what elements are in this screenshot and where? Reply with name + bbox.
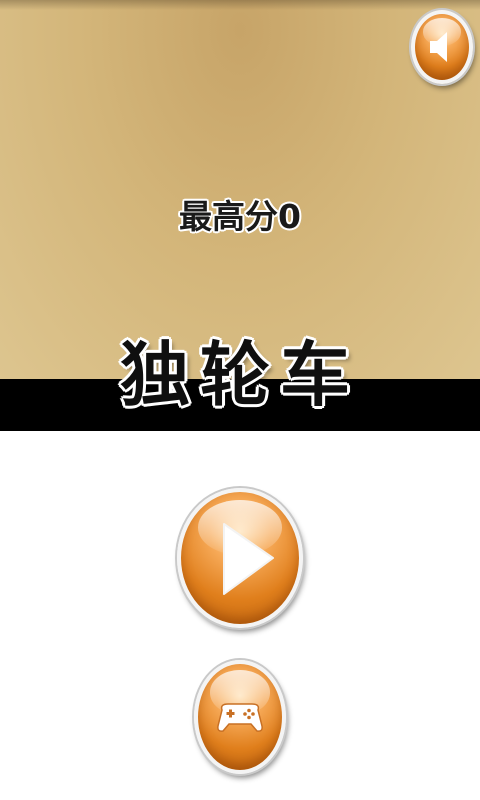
best-score: 最高分0 <box>0 190 480 238</box>
gamepad-button[interactable] <box>194 660 286 774</box>
best-score-label: 最高分 <box>179 197 279 236</box>
play-button[interactable] <box>177 488 303 628</box>
sound-button[interactable] <box>411 10 473 84</box>
game-title: 独轮车 <box>120 334 360 416</box>
best-score-value: 0 <box>278 197 301 236</box>
